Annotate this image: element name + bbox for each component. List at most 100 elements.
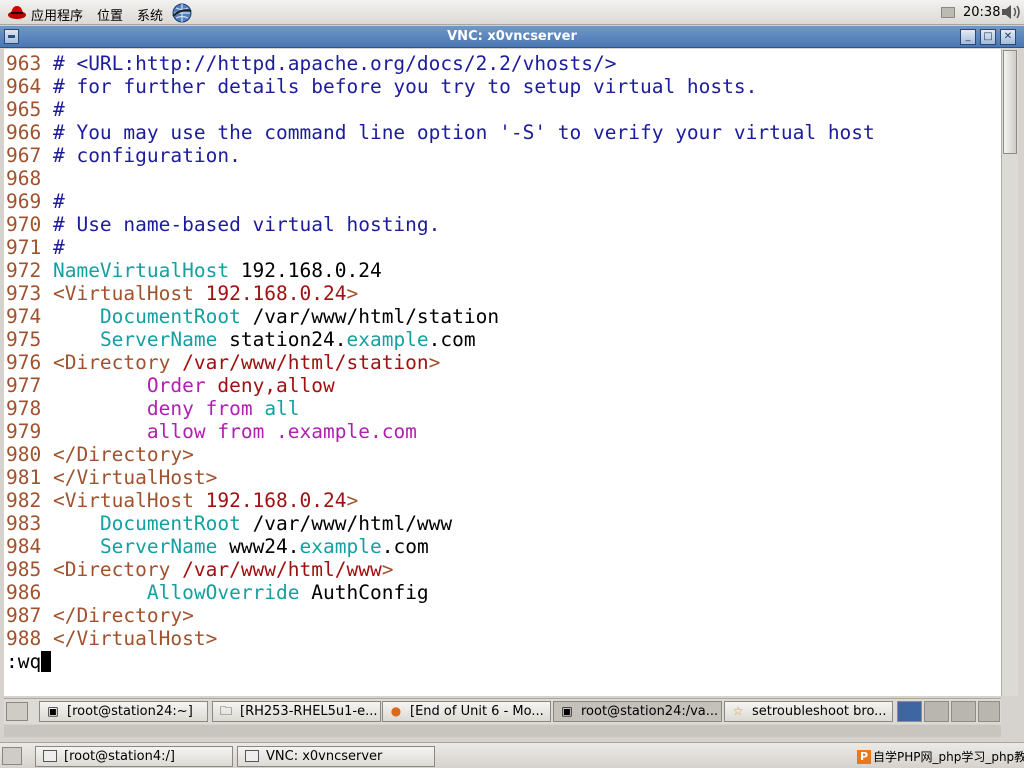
terminal-area[interactable]: 963 # <URL:http://httpd.apache.org/docs/… [4, 49, 1001, 696]
command-line[interactable]: :wq [6, 650, 875, 673]
firefox-icon: ● [390, 704, 402, 718]
terminal-line: 986 AllowOverride AuthConfig [6, 581, 875, 604]
terminal-icon [43, 750, 57, 762]
volume-icon[interactable] [1000, 3, 1022, 21]
code-token: 192.168.0.24 [193, 282, 347, 305]
workspace-3[interactable] [951, 701, 976, 722]
code-token: www24. [217, 535, 300, 558]
code-token: DocumentRoot [99, 305, 241, 328]
task-button-vnc[interactable]: VNC: x0vncserver [237, 746, 435, 767]
line-number: 968 [6, 167, 42, 190]
code-token: 192.168.0.24 [193, 489, 347, 512]
terminal-line: 965 # [6, 98, 875, 121]
system-menu[interactable]: 系统 [137, 5, 163, 24]
code-token: .com [381, 535, 429, 558]
line-number: 965 [6, 98, 42, 121]
terminal-line: 984 ServerName www24.example.com [6, 535, 875, 558]
line-number: 979 [6, 420, 42, 443]
code-token: deny from [146, 397, 253, 420]
terminal-line: 981 </VirtualHost> [6, 466, 875, 489]
code-token: AllowOverride [146, 581, 300, 604]
code-token: allow from .example.com [146, 420, 417, 443]
scrollbar-thumb[interactable] [1003, 50, 1017, 154]
vertical-scrollbar[interactable] [1001, 49, 1018, 696]
code-token: AuthConfig [299, 581, 429, 604]
tray-notification[interactable]: P 自学PHP网_php学习_php教程 [855, 747, 1024, 767]
code-token: /var/www/html/www [240, 512, 453, 535]
vnc-window: VNC: x0vncserver _ □ ✕ 963 # <URL:http:/… [0, 26, 1024, 742]
places-menu[interactable]: 位置 [97, 5, 123, 24]
terminal-line: 973 <VirtualHost 192.168.0.24> [6, 282, 875, 305]
terminal-line: 966 # You may use the command line optio… [6, 121, 875, 144]
line-number: 974 [6, 305, 42, 328]
terminal-lines: 963 # <URL:http://httpd.apache.org/docs/… [6, 52, 875, 673]
close-icon[interactable]: ✕ [1000, 29, 1016, 45]
bottom-panel: [root@station4:/] VNC: x0vncserver P 自学PH… [0, 742, 1024, 768]
text-cursor [41, 651, 52, 672]
task-button-terminal[interactable]: [root@station4:/] [35, 746, 233, 767]
window-titlebar[interactable]: VNC: x0vncserver _ □ ✕ [0, 26, 1024, 48]
code-token: > [346, 282, 359, 305]
workspace-1[interactable] [897, 701, 922, 722]
minimize-icon[interactable]: _ [960, 29, 976, 45]
line-number: 978 [6, 397, 42, 420]
line-number: 980 [6, 443, 42, 466]
code-token: deny,allow [205, 374, 335, 397]
line-number: 966 [6, 121, 42, 144]
redhat-logo-icon[interactable] [7, 3, 27, 21]
code-token: station24. [217, 328, 347, 351]
terminal-line: 987 </Directory> [6, 604, 875, 627]
notification-tray-icon[interactable] [941, 7, 955, 18]
code-token: # configuration. [41, 144, 241, 167]
terminal-line: 964 # for further details before you try… [6, 75, 875, 98]
code-token: Order [146, 374, 206, 397]
folder-icon: 🗀 [219, 704, 232, 718]
code-token: example [346, 328, 429, 351]
code-token: # [41, 190, 65, 213]
line-number: 988 [6, 627, 42, 650]
code-token: # Use name-based virtual hosting. [41, 213, 441, 236]
code-token: ServerName [99, 535, 218, 558]
workspace-2[interactable] [924, 701, 949, 722]
remote-task-button-3[interactable]: ▣ root@station24:/va... [553, 701, 722, 722]
line-number: 964 [6, 75, 42, 98]
clock[interactable]: 20:38 [963, 5, 1000, 20]
remote-task-button-4[interactable]: ☆ setroubleshoot bro... [724, 701, 893, 722]
remote-task-button-0[interactable]: ▣ [root@station24:~] [39, 701, 208, 722]
show-desktop-icon[interactable] [6, 702, 28, 721]
terminal-line: 975 ServerName station24.example.com [6, 328, 875, 351]
show-desktop-icon[interactable] [2, 747, 22, 765]
web-browser-launcher-icon[interactable] [171, 2, 193, 24]
terminal-line: 971 # [6, 236, 875, 259]
line-number: 977 [6, 374, 42, 397]
terminal-line: 985 <Directory /var/www/html/www> [6, 558, 875, 581]
code-token: all [252, 397, 300, 420]
terminal-line: 982 <VirtualHost 192.168.0.24> [6, 489, 875, 512]
applications-menu[interactable]: 应用程序 [31, 5, 83, 24]
star-icon: ☆ [732, 704, 744, 718]
code-token: <VirtualHost [41, 282, 194, 305]
code-token: </Directory> [41, 443, 194, 466]
code-token: </VirtualHost> [41, 466, 218, 489]
code-token: # You may use the command line option '-… [41, 121, 875, 144]
code-token: NameVirtualHost [41, 259, 230, 282]
code-token: # <URL:http://httpd.apache.org/docs/2.2/… [41, 52, 617, 75]
remote-task-button-2[interactable]: ● [End of Unit 6 - Mo... [382, 701, 551, 722]
workspace-4[interactable] [978, 701, 1000, 722]
remote-task-button-1[interactable]: 🗀 [RH253-RHEL5u1-e... [212, 701, 381, 722]
line-number: 969 [6, 190, 42, 213]
code-token: # for further details before you try to … [41, 75, 758, 98]
horizontal-scrollbar[interactable] [4, 725, 1001, 737]
code-token: # [41, 98, 65, 121]
line-number: 984 [6, 535, 42, 558]
code-token: .com [428, 328, 476, 351]
line-number: 986 [6, 581, 42, 604]
line-number: 975 [6, 328, 42, 351]
maximize-icon[interactable]: □ [980, 29, 996, 45]
code-token: DocumentRoot [99, 512, 241, 535]
